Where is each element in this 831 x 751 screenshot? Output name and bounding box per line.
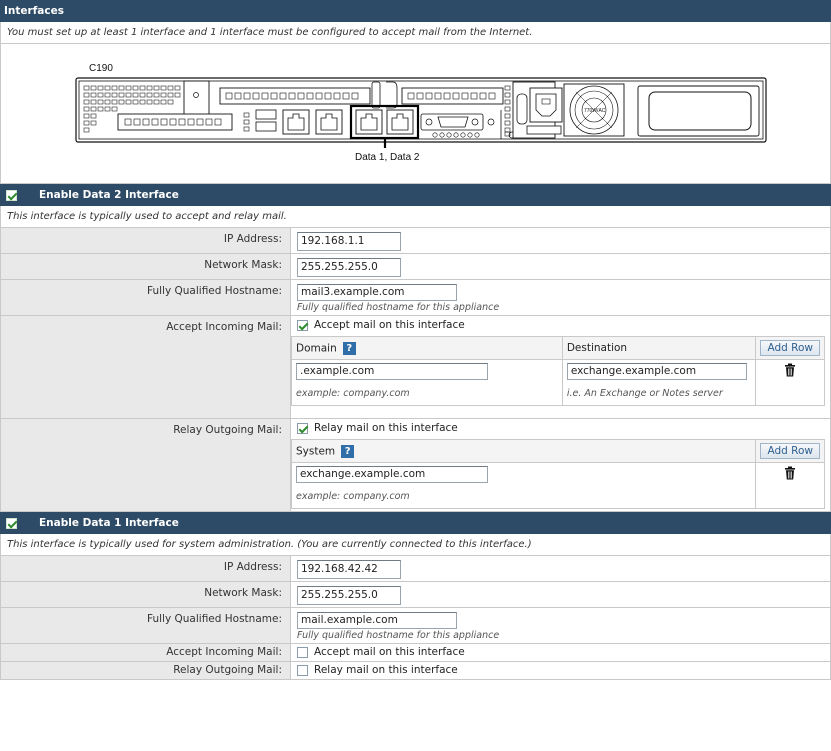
ethernet-port-data2	[386, 109, 414, 135]
data1-ip-input[interactable]: 192.168.42.42	[297, 560, 401, 579]
destination-hint: i.e. An Exchange or Notes server	[561, 383, 757, 406]
interfaces-requirement-note: You must set up at least 1 interface and…	[0, 22, 831, 44]
data2-relay-label: Relay Outgoing Mail:	[1, 419, 291, 511]
ethernet-port-2	[315, 109, 343, 135]
data2-incoming-checkbox[interactable]	[297, 319, 308, 331]
data2-mask-row: Network Mask: 255.255.255.0	[0, 254, 831, 280]
data-ports-caption: Data 1, Data 2	[355, 152, 420, 163]
enable-data1-label: Enable Data 1 Interface	[39, 517, 179, 529]
data1-relay-row: Relay Outgoing Mail: Relay mail on this …	[0, 662, 831, 680]
interfaces-page: Interfaces You must set up at least 1 in…	[0, 0, 831, 751]
enable-data2-checkbox[interactable]	[6, 189, 17, 201]
trash-icon[interactable]	[784, 363, 796, 377]
data1-relay-label: Relay Outgoing Mail:	[1, 662, 291, 679]
ethernet-port-data1	[355, 109, 383, 135]
appliance-back-panel-diagram: C190 770W/AC Data 1, Data 2	[75, 63, 767, 163]
enable-data1-header: Enable Data 1 Interface	[0, 512, 831, 534]
domain-header: Domain	[296, 342, 337, 354]
data2-incoming-row: Accept Incoming Mail: Accept mail on thi…	[0, 316, 831, 419]
data1-incoming-label: Accept Incoming Mail:	[1, 644, 291, 661]
relay-systems-table: System? Add Row exchange.example.com exa…	[290, 439, 825, 509]
enable-data1-checkbox[interactable]	[6, 517, 17, 529]
data2-relay-row: Relay Outgoing Mail: Relay mail on this …	[0, 419, 831, 512]
data1-mask-row: Network Mask: 255.255.255.0	[0, 582, 831, 608]
data2-ip-input[interactable]: 192.168.1.1	[297, 232, 401, 251]
incoming-add-row-button[interactable]: Add Row	[760, 340, 820, 356]
data1-note: This interface is typically used for sys…	[0, 534, 831, 556]
domain-help-icon[interactable]: ?	[342, 341, 356, 355]
data1-mask-input[interactable]: 255.255.255.0	[297, 586, 401, 605]
data1-hostname-input[interactable]: mail.example.com	[297, 612, 457, 629]
system-hint: example: company.com	[290, 486, 757, 509]
data2-ip-row: IP Address: 192.168.1.1	[0, 228, 831, 254]
trash-icon[interactable]	[784, 466, 796, 480]
data1-hostname-row: Fully Qualified Hostname: mail.example.c…	[0, 608, 831, 644]
data1-incoming-checkbox[interactable]	[297, 646, 308, 658]
relay-add-row-button[interactable]: Add Row	[760, 443, 820, 459]
data2-ip-label: IP Address:	[1, 228, 291, 253]
fan-icon: 770W/AC	[563, 83, 625, 137]
data2-mask-input[interactable]: 255.255.255.0	[297, 258, 401, 277]
data2-incoming-label: Accept Incoming Mail:	[1, 316, 291, 418]
enable-data2-header: Enable Data 2 Interface	[0, 184, 831, 206]
data2-incoming-text: Accept mail on this interface	[314, 319, 465, 331]
data1-incoming-text: Accept mail on this interface	[314, 646, 465, 658]
data2-hostname-label: Fully Qualified Hostname:	[1, 280, 291, 315]
destination-header: Destination	[561, 336, 757, 360]
data2-relay-checkbox[interactable]	[297, 422, 308, 434]
data2-relay-text: Relay mail on this interface	[314, 422, 458, 434]
data2-hostname-hint: Fully qualified hostname for this applia…	[297, 302, 500, 313]
psu-label: 770W/AC	[584, 108, 606, 114]
destination-input[interactable]: exchange.example.com	[566, 363, 747, 380]
system-input[interactable]: exchange.example.com	[296, 466, 488, 483]
system-header: System	[296, 445, 336, 457]
incoming-domains-table: Domain? Destination Add Row .example.com…	[291, 336, 825, 406]
system-help-icon[interactable]: ?	[341, 444, 355, 458]
data2-hostname-row: Fully Qualified Hostname: mail3.example.…	[0, 280, 831, 316]
data2-hostname-input[interactable]: mail3.example.com	[297, 284, 457, 301]
data1-mask-label: Network Mask:	[1, 582, 291, 607]
data2-note: This interface is typically used to acce…	[0, 206, 831, 228]
domain-input[interactable]: .example.com	[296, 363, 488, 380]
data1-ip-label: IP Address:	[1, 556, 291, 581]
ethernet-port-mgmt	[282, 109, 310, 135]
data1-ip-row: IP Address: 192.168.42.42	[0, 556, 831, 582]
data1-relay-text: Relay mail on this interface	[314, 664, 458, 676]
data1-hostname-hint: Fully qualified hostname for this applia…	[297, 630, 500, 641]
model-label: C190	[89, 63, 113, 74]
data1-hostname-label: Fully Qualified Hostname:	[1, 608, 291, 643]
data1-relay-checkbox[interactable]	[297, 664, 308, 676]
interfaces-title: Interfaces	[0, 0, 831, 22]
domain-hint: example: company.com	[291, 383, 563, 406]
data1-incoming-row: Accept Incoming Mail: Accept mail on thi…	[0, 644, 831, 662]
enable-data2-label: Enable Data 2 Interface	[39, 189, 179, 201]
hardware-diagram-row: C190 770W/AC Data 1, Data 2	[0, 44, 831, 184]
data2-mask-label: Network Mask:	[1, 254, 291, 279]
